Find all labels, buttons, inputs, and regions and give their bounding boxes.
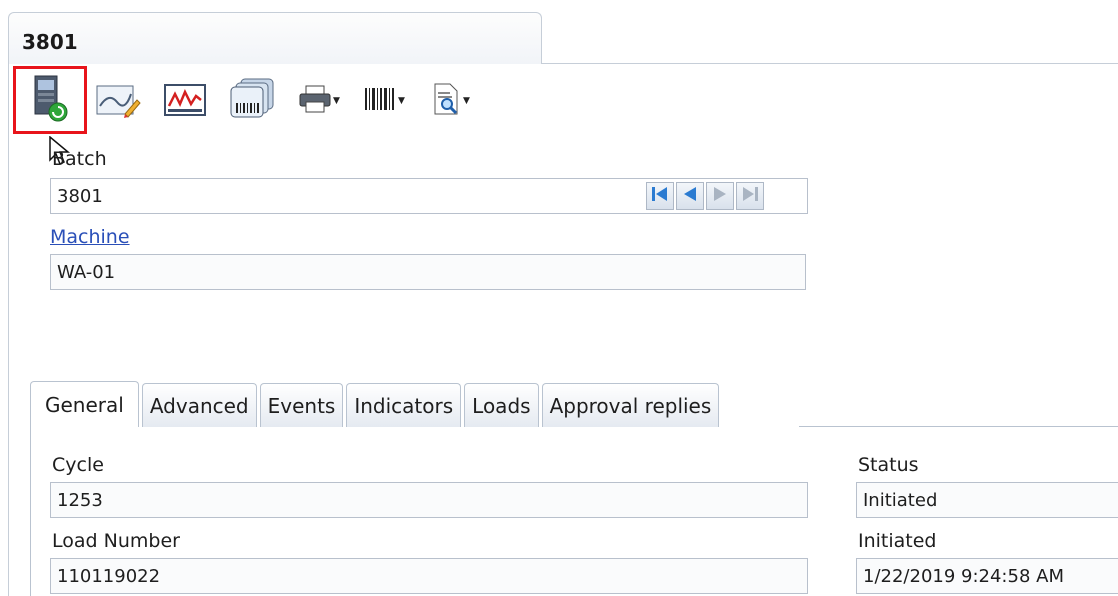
tab-advanced[interactable]: Advanced bbox=[141, 383, 257, 427]
chevron-down-icon: ▼ bbox=[463, 96, 470, 106]
tab-strip: General Advanced Events Indicators Loads… bbox=[30, 381, 720, 427]
cycle-field[interactable]: 1253 bbox=[50, 482, 808, 518]
barcode-cards-button[interactable] bbox=[228, 78, 278, 124]
tab-loads[interactable]: Loads bbox=[464, 383, 539, 427]
trend-chart-icon bbox=[163, 82, 209, 122]
previous-record-button[interactable] bbox=[676, 182, 704, 210]
batch-info-icon bbox=[32, 74, 68, 126]
previous-record-icon bbox=[682, 186, 698, 206]
load-number-label: Load Number bbox=[52, 530, 180, 552]
report-preview-button[interactable]: ▼ bbox=[424, 82, 478, 120]
load-number-field[interactable]: 110119022 bbox=[50, 558, 808, 594]
print-icon bbox=[298, 84, 332, 118]
edit-chart-button[interactable] bbox=[94, 80, 142, 124]
print-button[interactable]: ▼ bbox=[292, 84, 346, 118]
tab-panel-border-left bbox=[30, 426, 31, 596]
machine-link[interactable]: Machine bbox=[50, 226, 130, 248]
cycle-label: Cycle bbox=[52, 454, 104, 476]
status-label: Status bbox=[858, 454, 919, 476]
chevron-down-icon: ▼ bbox=[333, 96, 340, 106]
edit-chart-icon bbox=[95, 80, 141, 124]
tab-panel-border bbox=[799, 426, 1118, 427]
next-record-button[interactable] bbox=[706, 182, 734, 210]
barcode-icon bbox=[363, 86, 397, 116]
status-value: Initiated bbox=[863, 489, 938, 511]
chevron-down-icon: ▼ bbox=[398, 96, 405, 106]
last-record-button[interactable] bbox=[736, 182, 764, 210]
cycle-value: 1253 bbox=[57, 489, 103, 511]
machine-field[interactable]: WA-01 bbox=[50, 254, 806, 290]
batch-value: 3801 bbox=[57, 185, 103, 207]
barcode-button[interactable]: ▼ bbox=[358, 84, 410, 118]
initiated-label: Initiated bbox=[858, 530, 937, 552]
initiated-field[interactable]: 1/22/2019 9:24:58 AM bbox=[856, 558, 1118, 594]
trend-chart-button[interactable] bbox=[162, 80, 210, 124]
first-record-icon bbox=[651, 186, 669, 206]
first-record-button[interactable] bbox=[646, 182, 674, 210]
batch-info-button[interactable] bbox=[13, 66, 87, 134]
report-preview-icon bbox=[432, 82, 462, 120]
machine-value: WA-01 bbox=[57, 261, 116, 283]
batch-label: Batch bbox=[52, 148, 107, 170]
tab-events[interactable]: Events bbox=[259, 383, 344, 427]
next-record-icon bbox=[712, 186, 728, 206]
tab-divider bbox=[541, 63, 1118, 64]
initiated-value: 1/22/2019 9:24:58 AM bbox=[863, 565, 1064, 587]
batch-navigator bbox=[646, 181, 804, 211]
document-title: 3801 bbox=[22, 30, 78, 54]
tab-indicators[interactable]: Indicators bbox=[346, 383, 462, 427]
last-record-icon bbox=[741, 186, 759, 206]
tab-general[interactable]: General bbox=[30, 381, 139, 427]
status-field[interactable]: Initiated bbox=[856, 482, 1118, 518]
document-tab[interactable] bbox=[8, 12, 542, 64]
barcode-cards-icon bbox=[229, 77, 277, 125]
tab-approval-replies[interactable]: Approval replies bbox=[541, 383, 720, 427]
load-number-value: 110119022 bbox=[57, 565, 161, 587]
panel-border bbox=[8, 64, 9, 596]
